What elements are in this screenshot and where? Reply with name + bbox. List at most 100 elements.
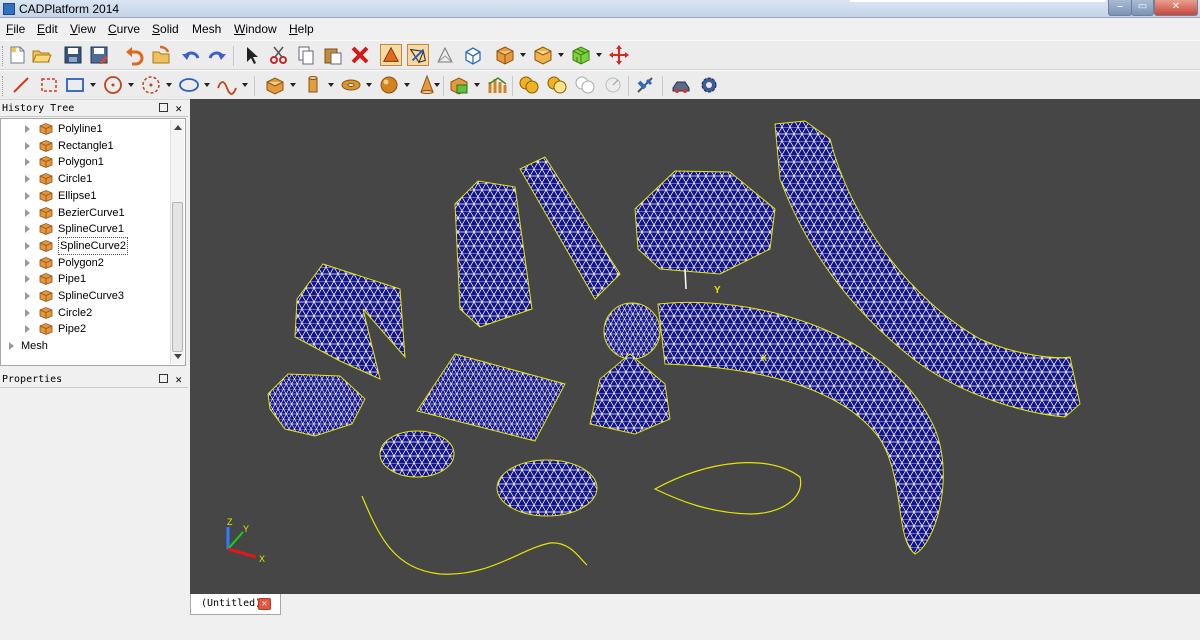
close-icon[interactable]: ✕ [258, 598, 271, 610]
dropdown-arrow-icon[interactable] [204, 83, 210, 87]
float-icon[interactable] [159, 103, 168, 112]
history-tree[interactable]: Polyline1 Rectangle1 Polygon1 Circle1 Ellips… [0, 118, 186, 366]
expand-arrow-icon[interactable] [25, 308, 30, 317]
dropdown-arrow-icon[interactable] [520, 53, 526, 57]
tree-scrollbar[interactable] [170, 120, 184, 364]
box-view-icon[interactable] [462, 44, 484, 66]
new-document-icon[interactable] [6, 44, 28, 66]
subtract-icon[interactable] [546, 74, 568, 96]
intersect-icon[interactable] [574, 74, 596, 96]
mesh-green-icon[interactable] [570, 44, 592, 66]
hidden-line-icon[interactable] [434, 44, 456, 66]
mesh-circle1[interactable] [379, 430, 455, 478]
tree-item[interactable]: Ellipse1 [1, 188, 171, 204]
expand-arrow-icon[interactable] [9, 342, 14, 351]
mesh-rectangle1[interactable] [416, 353, 566, 442]
expand-arrow-icon[interactable] [25, 125, 30, 133]
mesh-polygon1[interactable] [294, 263, 406, 380]
menu-curve[interactable]: Curve [108, 22, 140, 36]
maximize-button[interactable]: ▭ [1131, 0, 1154, 16]
render-car-icon[interactable] [670, 74, 692, 96]
tree-item[interactable]: Polygon1 [1, 154, 171, 170]
expand-arrow-icon[interactable] [25, 275, 30, 284]
expand-arrow-icon[interactable] [25, 141, 30, 150]
paste-icon[interactable] [322, 44, 344, 66]
select-arrow-icon[interactable] [240, 44, 262, 66]
cylinder-icon[interactable] [302, 74, 324, 96]
dropdown-arrow-icon[interactable] [290, 83, 296, 87]
dropdown-arrow-icon[interactable] [128, 83, 134, 87]
analysis-icon[interactable] [602, 74, 624, 96]
dropdown-arrow-icon[interactable] [434, 83, 440, 87]
tab-untitled[interactable]: (Untitled) ✕ [190, 594, 281, 615]
tree-item[interactable]: SplineCurve2 [1, 236, 171, 255]
dropdown-arrow-icon[interactable] [90, 83, 96, 87]
dropdown-arrow-icon[interactable] [596, 53, 602, 57]
menu-view[interactable]: View [70, 22, 96, 36]
expand-arrow-icon[interactable] [25, 191, 30, 200]
torus-icon[interactable] [340, 74, 362, 96]
menu-help[interactable]: Help [289, 22, 314, 36]
mesh-cone[interactable] [589, 353, 671, 435]
close-icon[interactable]: ✕ [175, 371, 182, 388]
dropdown-arrow-icon[interactable] [328, 83, 334, 87]
open-solid-icon[interactable] [150, 44, 172, 66]
mesh-box[interactable] [454, 180, 533, 328]
line-icon[interactable] [10, 74, 32, 96]
tree-item-mesh[interactable]: Mesh [1, 338, 171, 354]
mesh-sphere[interactable] [603, 302, 661, 360]
tree-item[interactable]: Polyline1 [1, 121, 171, 137]
menu-edit[interactable]: Edit [37, 22, 58, 36]
menu-mesh[interactable]: Mesh [192, 22, 221, 36]
expand-arrow-icon[interactable] [25, 241, 30, 250]
delete-icon[interactable] [349, 44, 371, 66]
curve-spline-closed[interactable] [653, 462, 802, 515]
wireframe-view-icon[interactable] [407, 44, 429, 66]
minimize-button[interactable]: – [1108, 0, 1132, 16]
box-icon[interactable] [264, 74, 286, 96]
open-folder-icon[interactable] [30, 44, 52, 66]
cut-icon[interactable] [268, 44, 290, 66]
expand-arrow-icon[interactable] [25, 175, 30, 184]
scroll-thumb[interactable] [172, 202, 183, 352]
undo-icon[interactable] [124, 44, 146, 66]
rectangle-icon[interactable] [64, 74, 86, 96]
redo-left-icon[interactable] [180, 44, 202, 66]
mesh-ellipse1[interactable] [496, 459, 598, 517]
move-icon[interactable] [608, 44, 630, 66]
boolean-icon[interactable] [448, 74, 470, 96]
scroll-up-icon[interactable] [174, 125, 182, 130]
toolbar-grip[interactable] [2, 76, 5, 96]
scroll-down-icon[interactable] [174, 354, 182, 359]
close-window-button[interactable]: ✕ [1154, 0, 1198, 16]
dropdown-arrow-icon[interactable] [242, 83, 248, 87]
tree-item[interactable]: SplineCurve1 [1, 221, 171, 237]
sweep-icon[interactable] [486, 74, 508, 96]
dropdown-arrow-icon[interactable] [366, 83, 372, 87]
union-icon[interactable] [518, 74, 540, 96]
tree-item[interactable]: Circle1 [1, 171, 171, 187]
tree-item[interactable]: Circle2 [1, 305, 171, 321]
dropdown-arrow-icon[interactable] [558, 53, 564, 57]
menu-solid[interactable]: Solid [152, 22, 179, 36]
expand-arrow-icon[interactable] [25, 292, 30, 300]
solid-box-icon[interactable] [494, 44, 516, 66]
tree-item[interactable]: SplineCurve3 [1, 288, 171, 304]
3d-viewport[interactable]: Y X Z Y X [190, 99, 1200, 594]
mesh-polygon2[interactable] [634, 170, 776, 275]
mesh-cylinder[interactable] [519, 156, 621, 300]
close-icon[interactable]: ✕ [175, 100, 182, 117]
tree-item[interactable]: Polygon2 [1, 255, 171, 271]
shaded-view-icon[interactable] [380, 44, 402, 66]
redo-right-icon[interactable] [206, 44, 228, 66]
expand-arrow-icon[interactable] [25, 325, 30, 334]
spline-icon[interactable] [216, 74, 238, 96]
toolbar-grip[interactable] [2, 46, 5, 66]
rectangle-dashed-icon[interactable] [38, 74, 60, 96]
save-icon[interactable] [62, 44, 84, 66]
tree-item[interactable]: BezierCurve1 [1, 205, 171, 221]
expand-arrow-icon[interactable] [25, 208, 30, 217]
save-as-icon[interactable] [88, 44, 110, 66]
menu-window[interactable]: Window [234, 22, 277, 36]
menu-file[interactable]: File [6, 22, 25, 36]
